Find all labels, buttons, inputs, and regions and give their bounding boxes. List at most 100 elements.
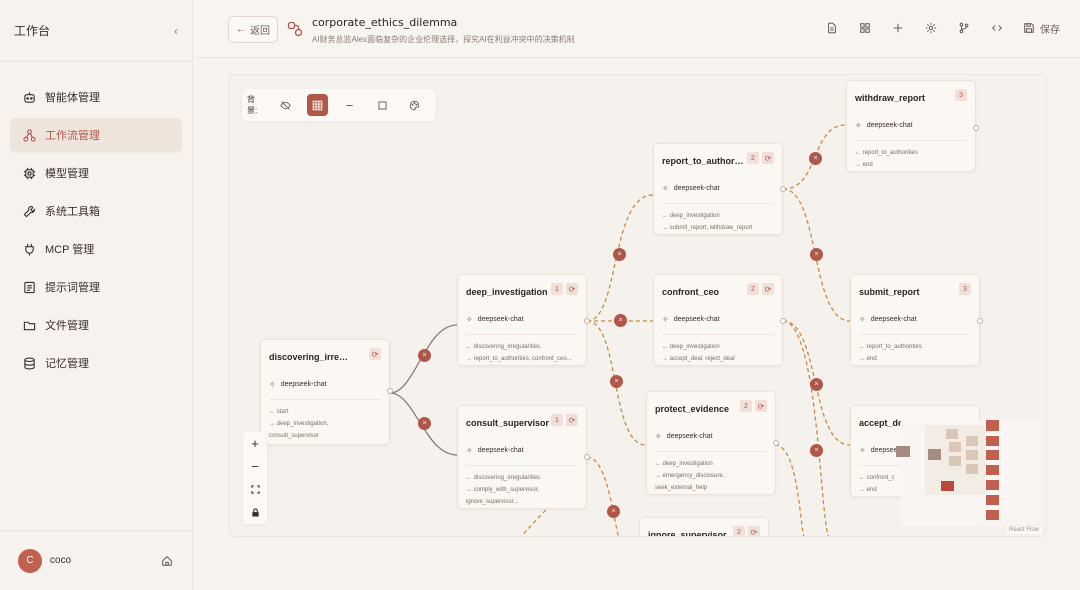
square-icon[interactable] — [371, 94, 392, 116]
node-model: ✧ deepseek-chat — [662, 315, 774, 324]
node-line: → end — [855, 162, 873, 168]
workflow-node[interactable]: report_to_authoriti... 2 ⟳ ✧ deepseek-chat… — [653, 143, 786, 235]
edge-delete-button[interactable]: × — [613, 248, 626, 261]
sidebar-item-workflows[interactable]: 工作流管理 — [10, 118, 182, 152]
sidebar-item-label: 智能体管理 — [45, 92, 100, 104]
react-flow-attribution[interactable]: React Flow — [1005, 526, 1042, 534]
node-line: → emergency_disclosure, — [655, 473, 725, 479]
grid-icon[interactable] — [306, 94, 329, 116]
page-title: corporate_ethics_dilemma — [312, 16, 458, 29]
node-line: seek_external_help — [655, 485, 708, 491]
edge-delete-button[interactable]: × — [418, 417, 431, 430]
sidebar-item-models[interactable]: 模型管理 — [10, 156, 182, 190]
sparkle-icon: ✧ — [269, 380, 276, 389]
node-line: → deep_investigation, — [269, 421, 329, 427]
model-name: deepseek-chat — [866, 122, 913, 129]
node-line: ← start — [269, 409, 289, 415]
model-name: deepseek-chat — [666, 433, 713, 440]
workflow-node[interactable]: submit_report 3 ✧ deepseek-chat ← report_… — [850, 274, 983, 366]
save-button[interactable]: 保存 — [1023, 21, 1060, 36]
edge-delete-button[interactable]: × — [610, 375, 623, 388]
file-icon[interactable] — [824, 20, 840, 36]
user-name: coco — [50, 555, 72, 566]
workflow-icon — [22, 128, 36, 142]
fit-view-button[interactable] — [243, 478, 267, 501]
branch-icon[interactable] — [956, 20, 972, 36]
edge-delete-button[interactable]: × — [809, 152, 822, 165]
grid-icon[interactable] — [857, 20, 873, 36]
node-line: → submit_report, withdraw_report — [662, 225, 753, 231]
header: ← 返回 corporate_ethics_dilemma AI财务总监Alex面… — [194, 0, 1080, 58]
model-name: deepseek-chat — [870, 316, 917, 323]
node-badges: 1 ⟳ — [548, 414, 578, 426]
node-badges: 1 ⟳ — [548, 283, 578, 295]
edge-delete-button[interactable]: × — [418, 349, 431, 362]
sidebar-item-prompts[interactable]: 提示词管理 — [10, 270, 182, 304]
node-handle[interactable] — [584, 454, 590, 460]
refresh-icon[interactable]: ⟳ — [566, 414, 578, 426]
minimap-node — [986, 465, 999, 475]
home-icon[interactable] — [161, 554, 175, 568]
sparkle-icon: ✧ — [655, 432, 662, 441]
node-handle[interactable] — [584, 318, 590, 324]
gear-icon[interactable] — [923, 20, 939, 36]
sidebar-item-agents[interactable]: 智能体管理 — [10, 80, 182, 114]
refresh-icon[interactable]: ⟳ — [755, 400, 767, 412]
lock-icon — [251, 508, 259, 517]
node-handle[interactable] — [387, 388, 393, 394]
node-handle[interactable] — [780, 186, 786, 192]
node-handle[interactable] — [973, 125, 979, 131]
model-name: deepseek-chat — [477, 316, 524, 323]
palette-icon[interactable] — [404, 94, 425, 116]
edge-delete-button[interactable]: × — [810, 248, 823, 261]
node-connections: ← discovering_irregularities → comply_wi… — [466, 465, 578, 508]
code-icon[interactable] — [989, 20, 1005, 36]
node-model: ✧ deepseek-chat — [859, 315, 971, 324]
refresh-icon[interactable]: ⟳ — [762, 283, 774, 295]
node-handle[interactable] — [773, 440, 779, 446]
workflow-node[interactable]: deep_investigation 1 ⟳ ✧ deepseek-chat ← d… — [457, 274, 590, 366]
workflow-node[interactable]: ignore_supervisor 2 ⟳ — [639, 517, 769, 536]
edge-delete-button[interactable]: × — [614, 314, 627, 327]
flow-canvas[interactable]: 背景: discovering_irregulari... ⟳ ✧ deepsee… — [229, 74, 1047, 537]
header-toolbar: 保存 — [807, 20, 1060, 36]
workflow-node[interactable]: consult_supervisor 1 ⟳ ✧ deepseek-chat ← d… — [457, 405, 590, 509]
lock-button[interactable] — [243, 501, 267, 524]
refresh-icon[interactable]: ⟳ — [566, 283, 578, 295]
line-icon[interactable] — [339, 94, 360, 116]
workflow-node[interactable]: confront_ceo 2 ⟳ ✧ deepseek-chat ← deep_in… — [653, 274, 786, 366]
hidden-icon[interactable] — [275, 94, 296, 116]
node-line: ← deep_investigation — [655, 461, 713, 467]
background-toolbar: 背景: — [242, 89, 436, 121]
workflow-node[interactable]: withdraw_report 3 ✧ deepseek-chat ← repor… — [846, 80, 979, 172]
chevron-left-icon[interactable]: ‹ — [174, 24, 178, 38]
node-title: consult_supervisor — [466, 418, 550, 428]
minimap-node — [986, 510, 999, 520]
zoom-in-button[interactable]: + — [243, 432, 267, 455]
edge-delete-button[interactable]: × — [810, 378, 823, 391]
refresh-icon[interactable]: ⟳ — [369, 348, 381, 360]
sidebar-item-label: 文件管理 — [45, 320, 89, 332]
node-handle[interactable] — [780, 318, 786, 324]
zoom-out-button[interactable]: − — [243, 455, 267, 478]
sidebar-item-label: 模型管理 — [45, 168, 89, 180]
plus-icon[interactable] — [890, 20, 906, 36]
node-handle[interactable] — [977, 318, 983, 324]
minimap-node — [949, 456, 961, 466]
sidebar-item-files[interactable]: 文件管理 — [10, 308, 182, 342]
workflow-node[interactable]: discovering_irregulari... ⟳ ✧ deepseek-ch… — [260, 339, 393, 445]
sidebar-item-tools[interactable]: 系统工具箱 — [10, 194, 182, 228]
back-button[interactable]: ← 返回 — [228, 16, 278, 43]
edge-delete-button[interactable]: × — [810, 444, 823, 457]
sidebar-header: 工作台 ‹ — [0, 0, 192, 62]
sidebar-item-memory[interactable]: 记忆管理 — [10, 346, 182, 380]
sidebar-menu: 智能体管理 工作流管理 模型管理 系统工具箱 MCP 管理 提示词管理 文件管理 — [0, 62, 192, 380]
refresh-icon[interactable]: ⟳ — [748, 526, 760, 536]
avatar[interactable]: C — [18, 548, 42, 573]
edge-delete-button[interactable]: × — [607, 505, 620, 518]
node-badge: 3 — [955, 89, 967, 101]
workflow-node[interactable]: protect_evidence 2 ⟳ ✧ deepseek-chat ← dee… — [646, 391, 779, 495]
minimap[interactable] — [896, 420, 1040, 525]
sidebar-item-mcp[interactable]: MCP 管理 — [10, 232, 182, 266]
refresh-icon[interactable]: ⟳ — [762, 152, 774, 164]
